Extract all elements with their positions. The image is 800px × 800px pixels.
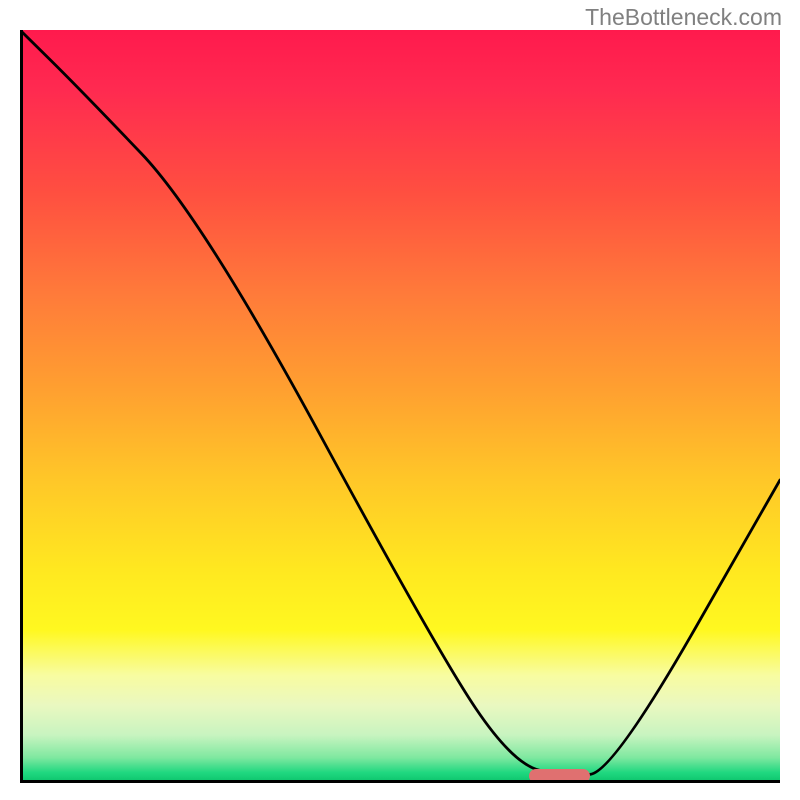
x-axis-line — [20, 780, 780, 783]
chart-container: TheBottleneck.com — [0, 0, 800, 800]
plot-area — [20, 30, 780, 780]
watermark-text: TheBottleneck.com — [585, 4, 782, 31]
bottleneck-curve — [20, 30, 780, 780]
y-axis-line — [20, 30, 23, 780]
